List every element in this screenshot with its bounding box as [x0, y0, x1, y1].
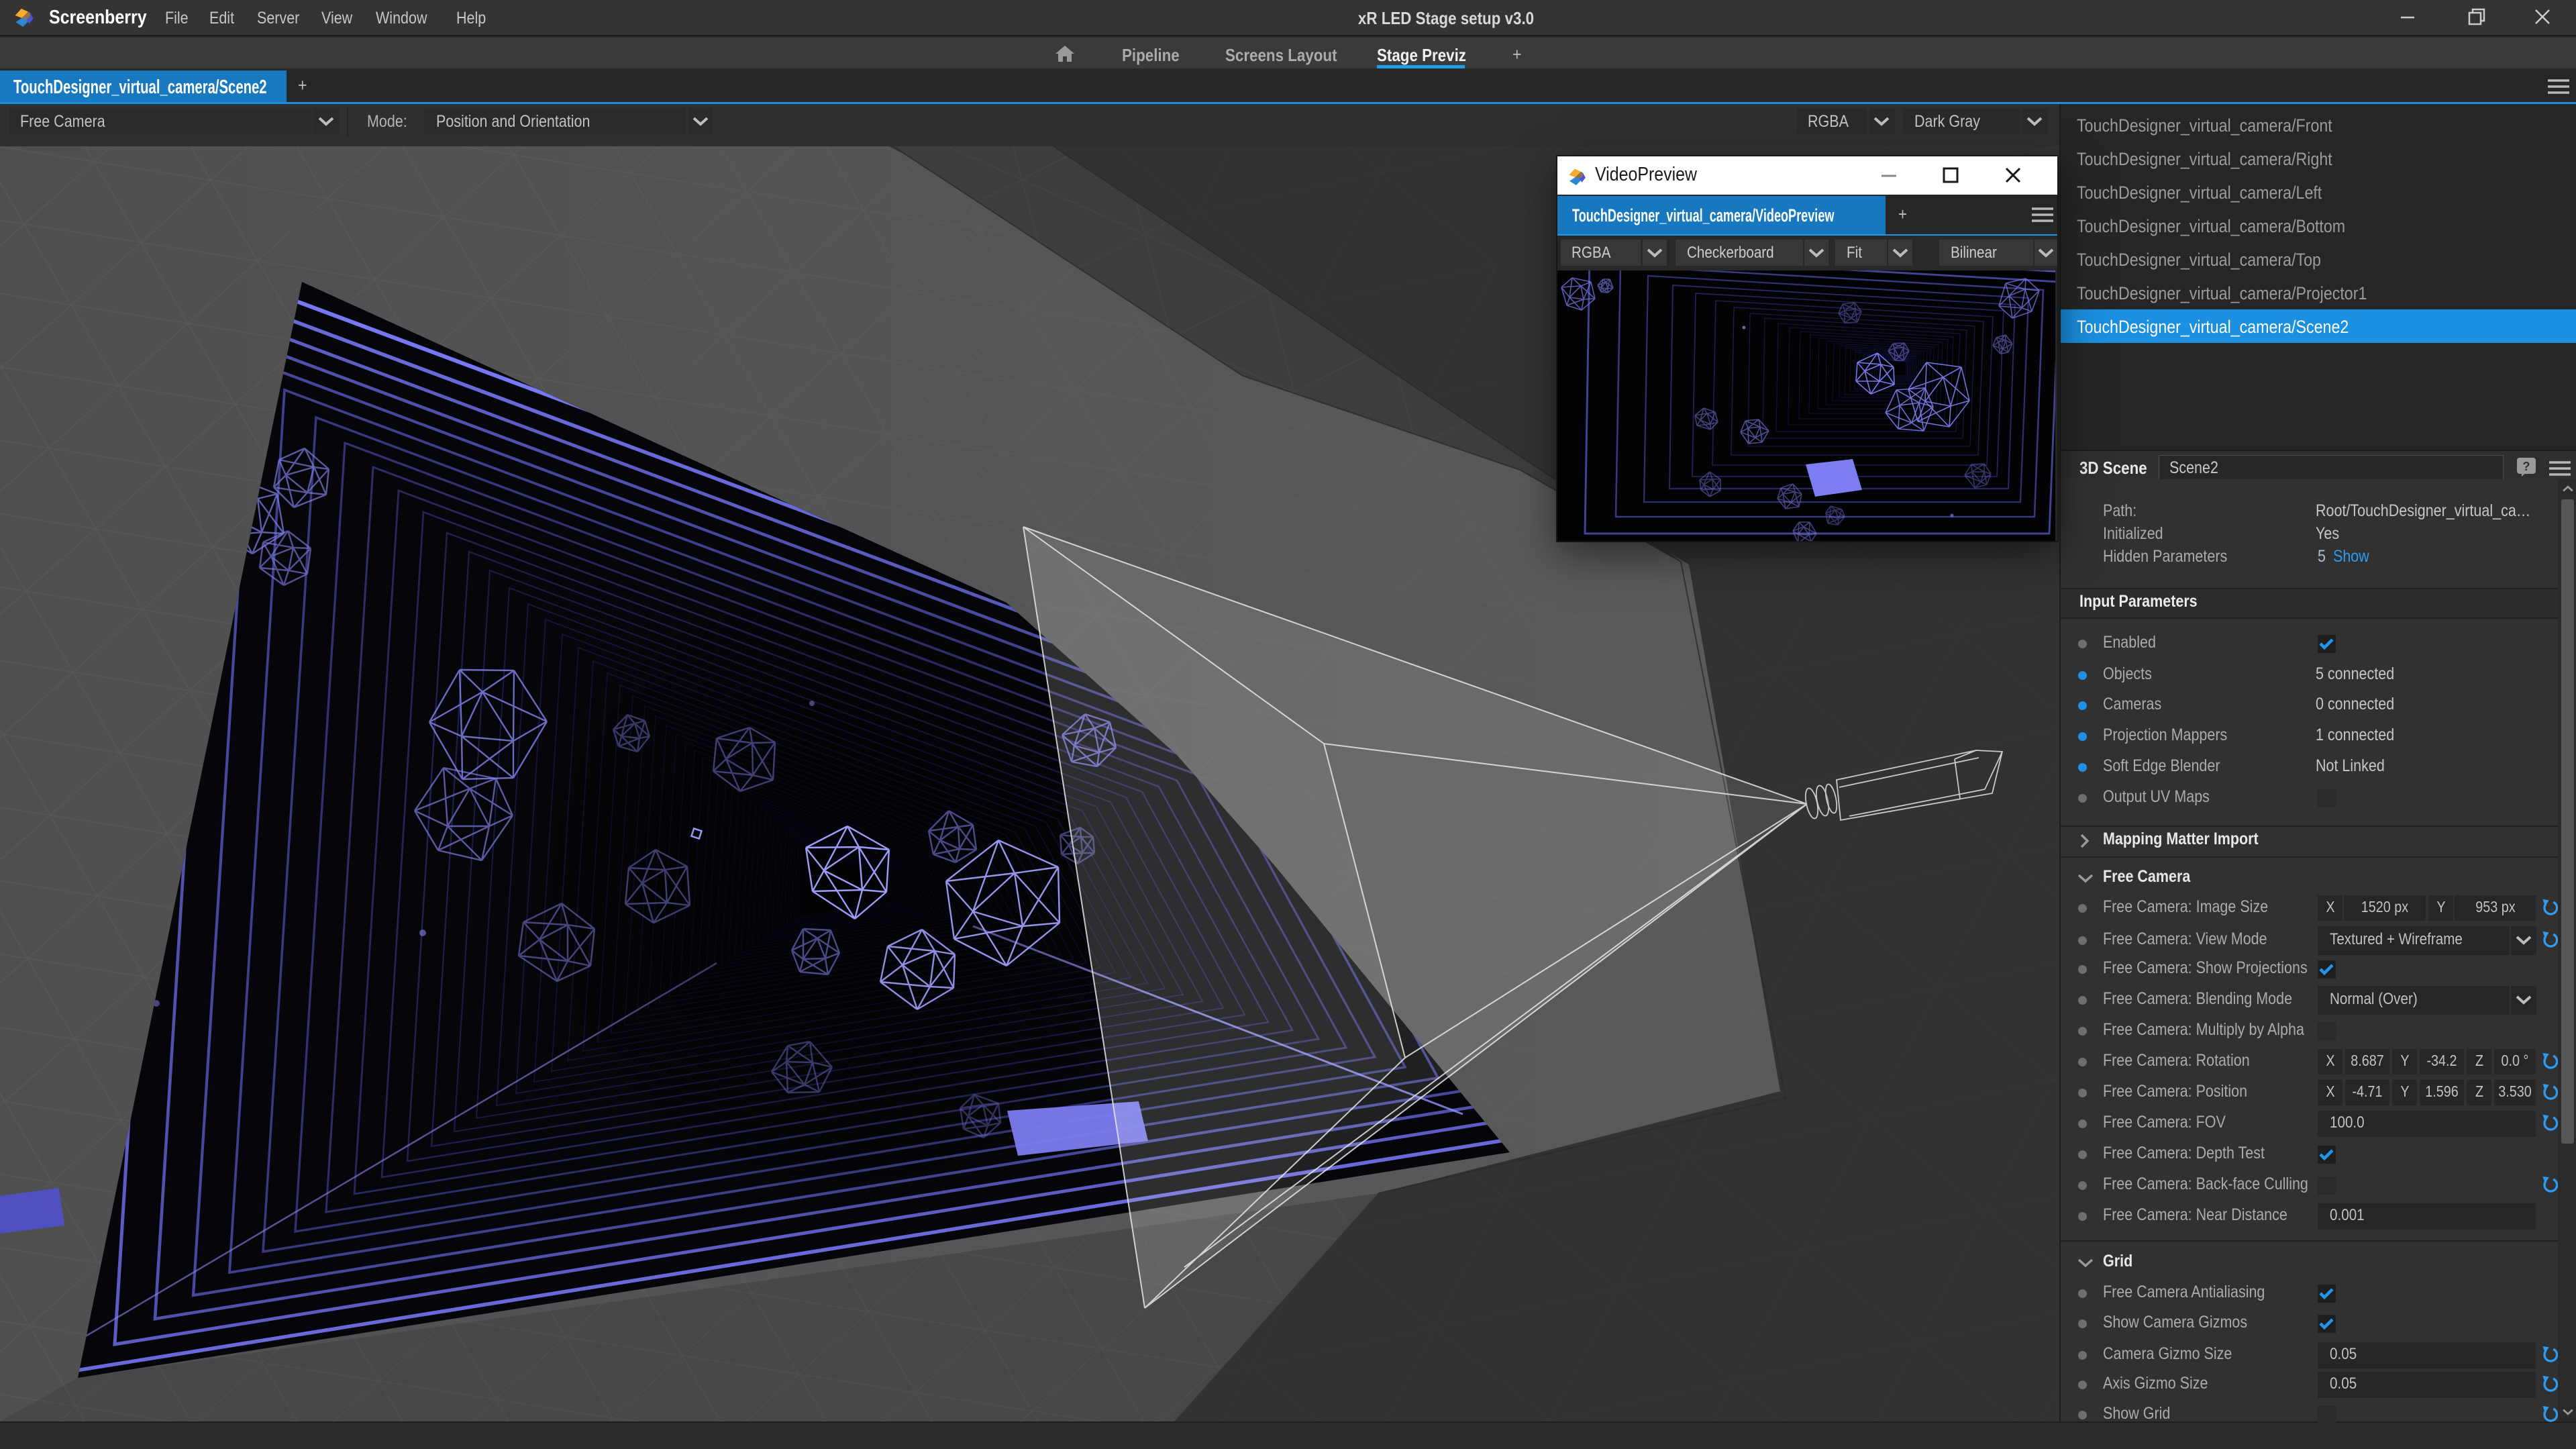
svg-text:?: ? — [2523, 460, 2530, 473]
